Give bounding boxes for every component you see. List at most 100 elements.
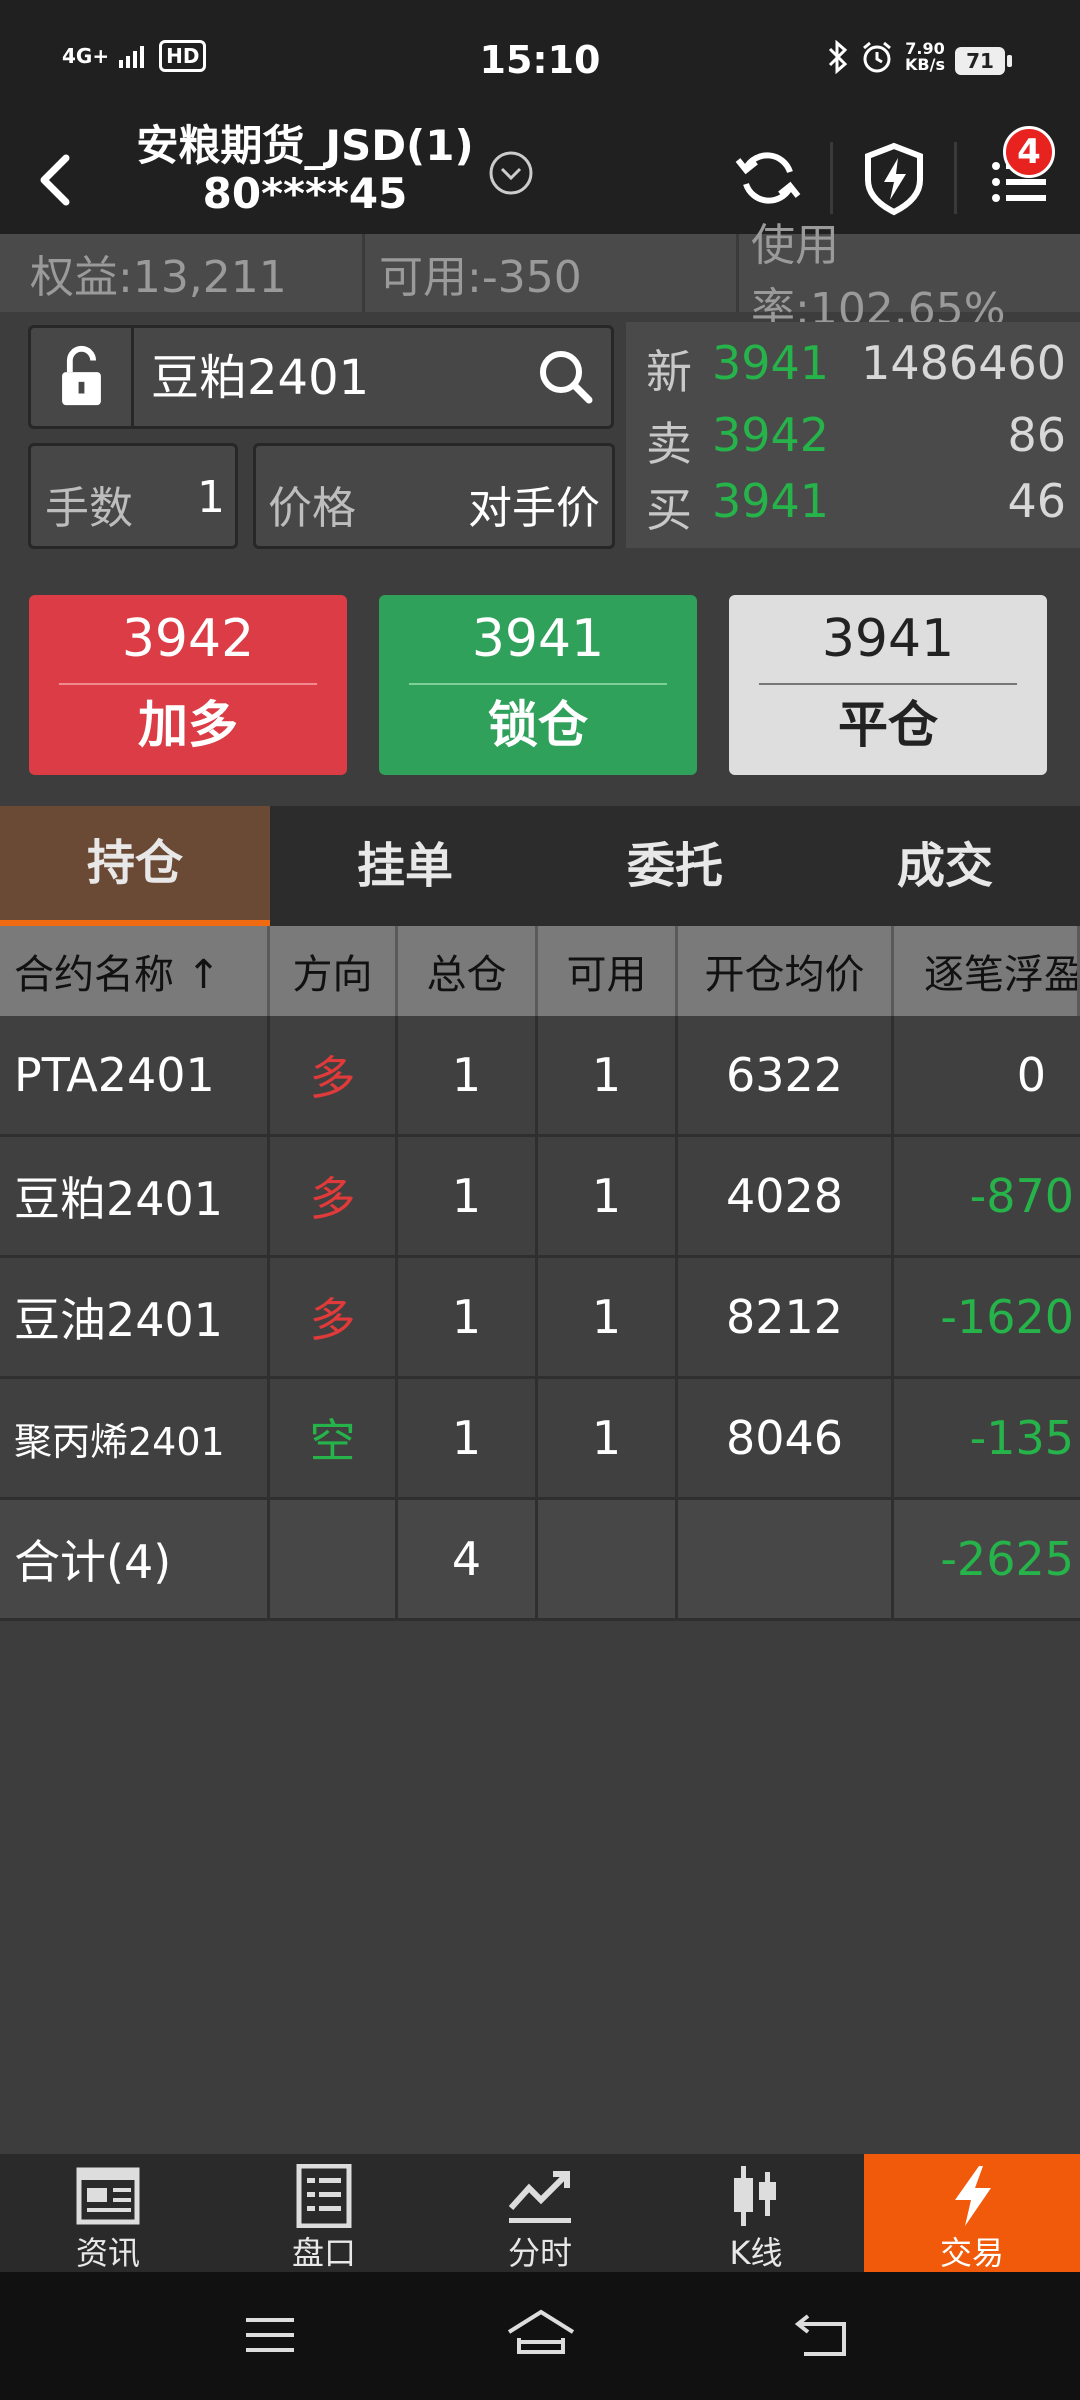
close-position-button[interactable]: 3941 平仓 (729, 595, 1047, 775)
total-position: 1 (398, 1258, 538, 1376)
table-row[interactable]: PTA2401 多 1 1 6322 0 (0, 1016, 1080, 1137)
notification-badge: 4 (1003, 126, 1055, 178)
chevron-down-icon[interactable] (486, 148, 536, 198)
nav-orderbook[interactable]: 盘口 (216, 2154, 432, 2272)
nav-kline[interactable]: K线 (648, 2154, 864, 2272)
table-row[interactable]: 聚丙烯2401 空 1 1 8046 -135 (0, 1379, 1080, 1500)
account-id: 80****45 (202, 169, 408, 218)
header-divider (830, 142, 833, 214)
account-summary: 权益:13,211 可用:-350 使用率:102.65% (0, 220, 1080, 335)
direction: 多 (270, 1137, 398, 1255)
bid-price: 3941 (712, 474, 830, 528)
candlestick-icon (734, 2166, 776, 2226)
net-speed: 7.90 KB/s (905, 39, 945, 74)
ask-price: 3942 (712, 408, 830, 462)
pnl: 0 (1016, 1048, 1046, 1102)
positions-table: 合约名称 ↑ 方向 总仓 可用 开仓均价 逐笔浮盈 PTA2401 多 1 1 … (0, 926, 1080, 1621)
refresh-icon[interactable] (728, 136, 808, 220)
add-long-button[interactable]: 3942 加多 (29, 595, 347, 775)
avg-price: 4028 (678, 1137, 894, 1255)
pnl: -870 (969, 1169, 1074, 1223)
total-count: 4 (398, 1500, 538, 1618)
avg-price: 8046 (678, 1379, 894, 1497)
nav-timeshare[interactable]: 分时 (432, 2154, 648, 2272)
total-position: 1 (398, 1016, 538, 1134)
pnl: -135 (969, 1411, 1074, 1465)
symbol-selector[interactable]: 豆粕2401 (28, 325, 614, 429)
tab-trades[interactable]: 成交 (810, 806, 1080, 926)
account-selector[interactable]: 安粮期货_JSD(1) 80****45 (120, 122, 490, 218)
contract-name: 聚丙烯2401 (0, 1379, 270, 1497)
alarm-icon (863, 41, 891, 73)
search-icon[interactable] (531, 342, 601, 412)
back-button[interactable] (28, 132, 88, 224)
table-row[interactable]: 豆油2401 多 1 1 8212 -1620 (0, 1258, 1080, 1379)
line-chart-icon (508, 2171, 571, 2223)
unlock-icon[interactable] (31, 328, 134, 426)
quote-panel: 新 3941 1486460 卖 3942 86 买 3941 46 (626, 322, 1080, 548)
ask-volume: 86 (1007, 408, 1066, 462)
bottom-nav: 资讯 盘口 分时 K线 交易 (0, 2154, 1080, 2272)
usage-rate: 使用率:102.65% (736, 220, 1080, 335)
col-avg-price[interactable]: 开仓均价 (678, 926, 894, 1016)
quantity-value: 1 (197, 472, 225, 523)
menu-icon[interactable] (240, 2312, 300, 2358)
total-label: 合计(4) (0, 1500, 270, 1618)
quantity-label: 手数 (45, 483, 133, 534)
available-position: 1 (538, 1137, 678, 1255)
account-name: 安粮期货_JSD(1) (136, 121, 474, 170)
contract-name: 豆粕2401 (0, 1137, 270, 1255)
col-pnl[interactable]: 逐笔浮盈 (894, 926, 1080, 1016)
direction: 多 (270, 1258, 398, 1376)
col-available[interactable]: 可用 (538, 926, 678, 1016)
pnl: -1620 (940, 1290, 1074, 1344)
lightning-icon (955, 2166, 991, 2226)
available-position: 1 (538, 1258, 678, 1376)
nav-news[interactable]: 资讯 (0, 2154, 216, 2272)
nav-trade[interactable]: 交易 (864, 2154, 1080, 2272)
back-nav-icon[interactable] (794, 2310, 850, 2360)
tab-orders[interactable]: 委托 (540, 806, 810, 926)
contract-name: PTA2401 (0, 1016, 270, 1134)
available-position: 1 (538, 1379, 678, 1497)
header-divider (954, 142, 957, 214)
total-position: 1 (398, 1379, 538, 1497)
price-label: 价格 (268, 483, 356, 534)
contract-name: 豆油2401 (0, 1258, 270, 1376)
table-row[interactable]: 豆粕2401 多 1 1 4028 -870 (0, 1137, 1080, 1258)
quantity-field[interactable]: 手数 1 (28, 443, 238, 549)
col-total[interactable]: 总仓 (398, 926, 538, 1016)
available-position: 1 (538, 1016, 678, 1134)
col-direction[interactable]: 方向 (270, 926, 398, 1016)
col-contract[interactable]: 合约名称 ↑ (0, 926, 270, 1016)
lock-position-button[interactable]: 3941 锁仓 (379, 595, 697, 775)
total-pnl: -2625 (940, 1532, 1074, 1586)
quote-ask: 卖 3942 86 (646, 408, 1066, 471)
table-header: 合约名称 ↑ 方向 总仓 可用 开仓均价 逐笔浮盈 (0, 926, 1080, 1016)
news-icon (76, 2167, 140, 2225)
quote-last: 新 3941 1486460 (646, 336, 1066, 399)
tab-pending[interactable]: 挂单 (270, 806, 540, 926)
equity: 权益:13,211 (30, 252, 287, 303)
volume: 1486460 (861, 336, 1066, 390)
table-total-row: 合计(4) 4 -2625 (0, 1500, 1080, 1621)
avg-price: 6322 (678, 1016, 894, 1134)
avg-price: 8212 (678, 1258, 894, 1376)
system-nav-bar (0, 2272, 1080, 2400)
symbol-name: 豆粕2401 (151, 350, 370, 406)
home-icon[interactable] (505, 2308, 577, 2360)
orderbook-icon (296, 2164, 352, 2228)
direction: 空 (270, 1379, 398, 1497)
quote-bid: 买 3941 46 (646, 474, 1066, 537)
bluetooth-icon (828, 40, 848, 74)
battery-icon: 71 (955, 47, 1012, 75)
status-bar: 4G+ HD 15:10 7.90 KB/s 71 (0, 0, 1080, 122)
status-icons: 7.90 KB/s (827, 40, 945, 74)
available-funds: 可用:-350 (362, 234, 736, 312)
price-field[interactable]: 价格 对手价 (253, 443, 615, 549)
tab-positions[interactable]: 持仓 (0, 806, 270, 926)
total-position: 1 (398, 1137, 538, 1255)
shield-flash-icon[interactable] (854, 136, 934, 220)
direction: 多 (270, 1016, 398, 1134)
price-value: 对手价 (468, 483, 600, 534)
